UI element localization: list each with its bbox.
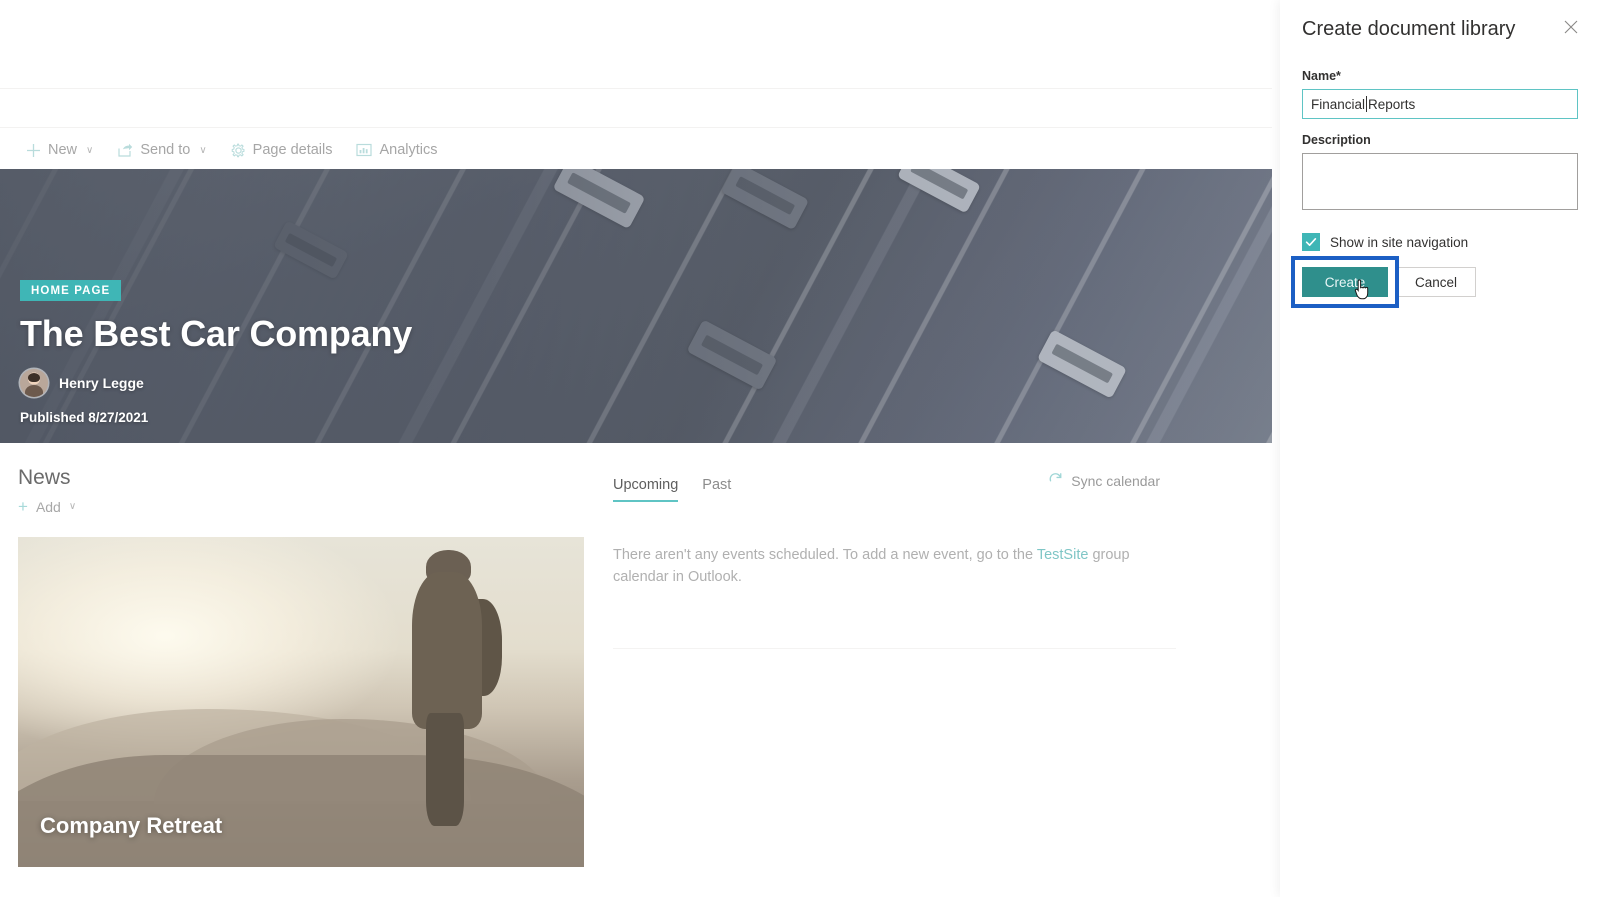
testsite-link[interactable]: TestSite <box>1037 547 1089 563</box>
create-document-library-panel: Create document library Name* Financial R… <box>1280 0 1600 897</box>
refresh-icon <box>1048 472 1063 490</box>
events-divider <box>613 648 1176 649</box>
gear-icon <box>231 143 246 158</box>
command-new-label: New <box>48 142 78 158</box>
name-input[interactable]: Financial Reports <box>1302 89 1578 119</box>
name-value-before-caret: Financial <box>1311 96 1366 112</box>
name-label: Name* <box>1302 69 1578 83</box>
sharepoint-page: New ∨ Send to ∨ Page details Analytics H… <box>0 0 1272 897</box>
hiker-silhouette <box>392 550 505 827</box>
command-page-details-label: Page details <box>252 142 333 158</box>
news-card-title: Company Retreat <box>40 813 223 838</box>
events-empty-text-before: There aren't any events scheduled. To ad… <box>613 547 1037 563</box>
text-caret <box>1366 96 1368 112</box>
show-in-navigation-label: Show in site navigation <box>1330 234 1469 250</box>
chevron-down-icon: ∨ <box>68 501 77 512</box>
chevron-down-icon: ∨ <box>199 144 207 156</box>
description-label: Description <box>1302 133 1371 147</box>
panel-body: Name* Financial Reports Description Show … <box>1280 41 1600 308</box>
events-empty-state: There aren't any events scheduled. To ad… <box>613 544 1165 588</box>
hero-content: HOME PAGE The Best Car Company Henry Leg… <box>20 280 412 425</box>
panel-actions: Create Cancel <box>1291 256 1578 308</box>
top-divider <box>0 88 1272 89</box>
share-icon <box>117 143 133 158</box>
show-in-navigation-row[interactable]: Show in site navigation <box>1302 233 1578 251</box>
sync-calendar-button[interactable]: Sync calendar <box>1048 472 1160 490</box>
panel-title: Create document library <box>1302 18 1516 40</box>
page-title: The Best Car Company <box>20 313 413 354</box>
command-send-to[interactable]: Send to ∨ <box>107 136 216 164</box>
required-mark: * <box>1336 69 1341 83</box>
hero-badge: HOME PAGE <box>20 280 122 301</box>
description-input[interactable] <box>1302 153 1578 210</box>
published-date: Published 8/27/2021 <box>20 410 149 425</box>
second-divider <box>0 127 1272 128</box>
command-send-to-label: Send to <box>140 142 191 158</box>
close-icon[interactable] <box>1560 18 1582 39</box>
events-webpart: Upcoming Past Sync calendar There aren't… <box>613 466 1176 649</box>
name-value-after-caret: Reports <box>1368 96 1416 112</box>
analytics-icon <box>356 143 373 157</box>
hero-author: Henry Legge <box>20 369 412 397</box>
create-button[interactable]: Create <box>1302 267 1388 297</box>
hero-banner[interactable]: HOME PAGE The Best Car Company Henry Leg… <box>0 169 1272 443</box>
avatar <box>20 369 48 397</box>
tab-upcoming[interactable]: Upcoming <box>613 477 679 502</box>
news-card[interactable]: Company Retreat <box>18 537 584 867</box>
news-add-label: Add <box>35 498 61 515</box>
news-heading: News <box>18 466 71 489</box>
plus-icon: + <box>18 497 28 516</box>
command-page-details[interactable]: Page details <box>221 136 343 164</box>
cancel-button[interactable]: Cancel <box>1396 267 1476 297</box>
show-in-navigation-checkbox[interactable] <box>1302 233 1320 251</box>
command-analytics-label: Analytics <box>379 142 438 158</box>
name-label-text: Name <box>1302 69 1337 83</box>
sync-calendar-label: Sync calendar <box>1071 473 1160 489</box>
chevron-down-icon: ∨ <box>86 144 94 156</box>
news-add-button[interactable]: + Add ∨ <box>18 498 584 515</box>
plus-icon <box>26 143 41 158</box>
command-analytics[interactable]: Analytics <box>346 136 447 164</box>
panel-header: Create document library <box>1280 0 1600 41</box>
command-bar: New ∨ Send to ∨ Page details Analytics <box>0 131 1272 169</box>
tab-past[interactable]: Past <box>702 477 731 502</box>
command-new[interactable]: New ∨ <box>16 136 103 164</box>
news-webpart: News + Add ∨ Company Retreat <box>18 466 584 867</box>
author-name: Henry Legge <box>59 375 144 391</box>
